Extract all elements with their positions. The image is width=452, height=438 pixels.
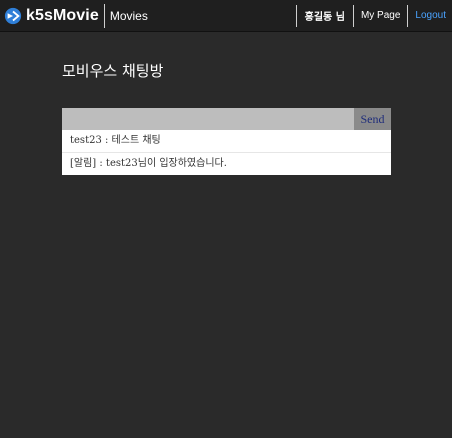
chat-box: Send test23 : 테스트 채팅 [알림] : test23님이 입장하… — [62, 108, 391, 175]
chat-message-input[interactable] — [62, 108, 354, 130]
my-page-link[interactable]: My Page — [354, 10, 407, 21]
nav-divider — [103, 3, 105, 28]
user-name[interactable]: 홍길동 님 — [297, 8, 353, 23]
chat-message: test23 : 테스트 채팅 — [62, 130, 391, 153]
chat-message-list: test23 : 테스트 채팅 [알림] : test23님이 입장하였습니다. — [62, 130, 391, 175]
nav-movies-link[interactable]: Movies — [110, 9, 148, 23]
chat-message: [알림] : test23님이 입장하였습니다. — [70, 158, 227, 169]
page-title: 모비우스 채팅방 — [62, 62, 164, 80]
send-button[interactable]: Send — [354, 108, 391, 130]
brand-name: k5sMovie — [26, 6, 99, 24]
brand-link[interactable]: k5sMovie — [0, 0, 99, 31]
chat-input-row: Send — [62, 108, 391, 130]
top-navbar: k5sMovie Movies 홍길동 님 My Page Logout — [0, 0, 452, 32]
user-nav: 홍길동 님 My Page Logout — [295, 0, 452, 31]
logout-link[interactable]: Logout — [408, 10, 452, 21]
k5s-logo-icon — [4, 7, 22, 24]
